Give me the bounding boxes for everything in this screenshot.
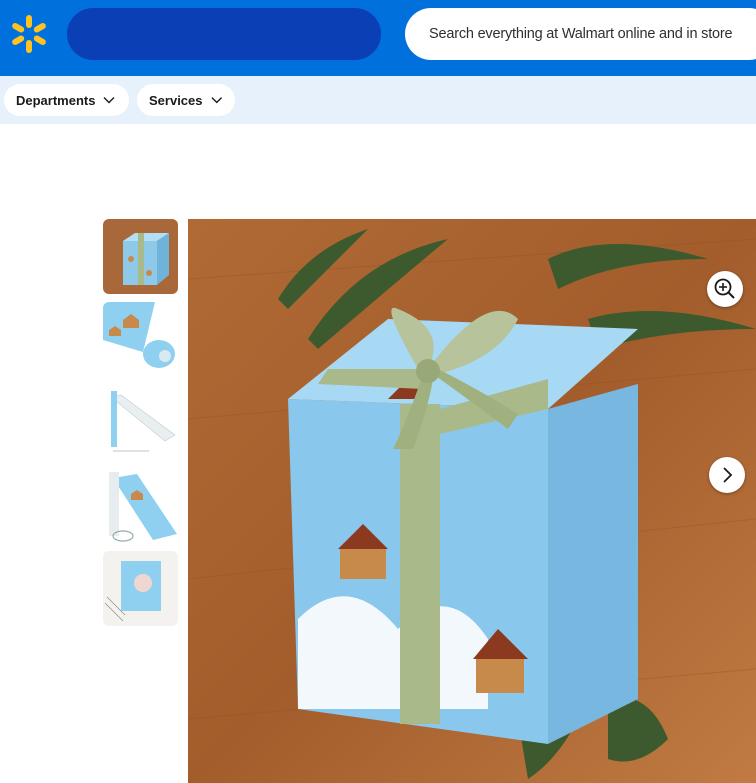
thumbnail-4[interactable] xyxy=(103,468,178,543)
thumbnail-image xyxy=(103,551,178,626)
departments-button[interactable]: Departments xyxy=(4,84,129,116)
walmart-spark-icon[interactable] xyxy=(10,14,48,54)
chevron-down-icon xyxy=(210,97,222,104)
product-main-image[interactable] xyxy=(188,219,756,783)
gift-box-photo xyxy=(188,219,756,783)
thumbnail-3[interactable] xyxy=(103,385,178,460)
thumbnail-image xyxy=(103,468,178,543)
thumbnail-image xyxy=(103,385,178,460)
thumbnail-1[interactable] xyxy=(103,219,178,294)
chevron-down-icon xyxy=(103,97,115,104)
departments-label: Departments xyxy=(16,92,96,108)
zoom-in-icon xyxy=(714,278,735,299)
chevron-right-icon xyxy=(723,467,733,483)
services-button[interactable]: Services xyxy=(137,84,235,116)
thumbnail-image xyxy=(103,302,178,377)
thumbnail-image xyxy=(103,219,178,294)
header-store-selector[interactable] xyxy=(67,8,381,60)
thumbnail-2[interactable] xyxy=(103,302,178,377)
thumbnail-5[interactable] xyxy=(103,551,178,626)
zoom-in-button[interactable] xyxy=(707,271,743,307)
services-label: Services xyxy=(149,92,203,108)
search-input[interactable] xyxy=(405,8,756,60)
next-image-button[interactable] xyxy=(709,457,745,493)
sub-navigation: Departments Services xyxy=(0,76,756,124)
header-bar xyxy=(0,0,756,76)
